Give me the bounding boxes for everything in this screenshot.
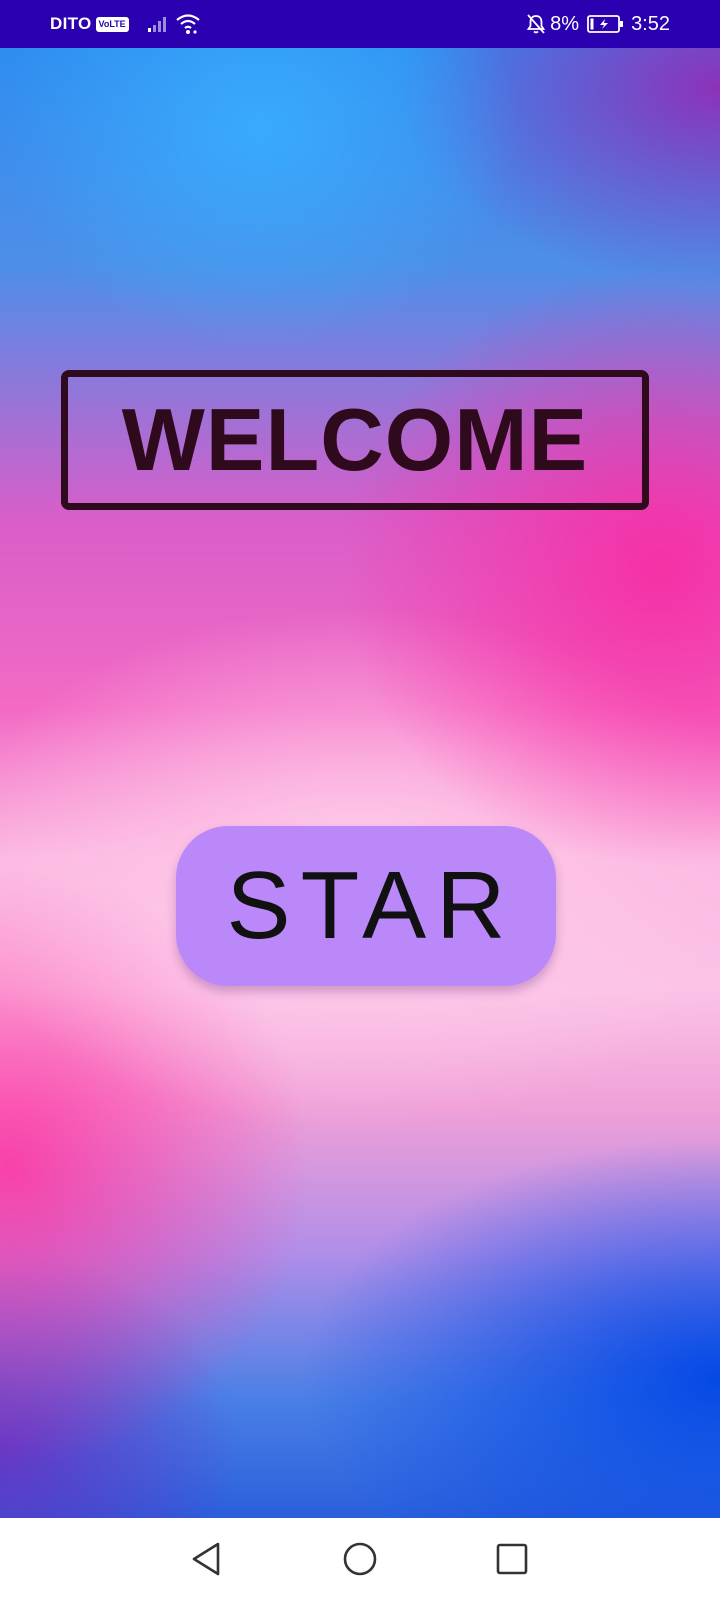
navigation-bar <box>0 1518 720 1600</box>
start-button[interactable]: STAR <box>176 826 556 986</box>
main-content: WELCOME STAR <box>0 48 720 1518</box>
battery-percent: 8% <box>550 12 580 35</box>
status-bar-right: 8% 3:52 <box>526 0 670 48</box>
carrier-name: DITO <box>50 14 92 33</box>
bell-off-icon <box>526 14 546 34</box>
recents-button[interactable] <box>490 1537 534 1581</box>
home-icon <box>343 1542 377 1576</box>
back-button[interactable] <box>184 1537 228 1581</box>
clock: 3:52 <box>631 12 670 35</box>
home-button[interactable] <box>338 1537 382 1581</box>
volte-badge: VoLTE <box>95 16 129 32</box>
status-bar-left: DITO VoLTE <box>50 0 201 48</box>
battery-icon <box>587 15 624 33</box>
app-screen: DITO VoLTE 8% 3:52 WELCOME STAR <box>0 0 720 1600</box>
wifi-icon <box>175 14 200 34</box>
back-icon <box>192 1542 220 1576</box>
start-button-label: STAR <box>226 852 516 959</box>
welcome-title: WELCOME <box>121 390 589 489</box>
recents-icon <box>496 1543 528 1575</box>
status-bar: DITO VoLTE 8% 3:52 <box>0 0 720 48</box>
signal-icon <box>147 17 166 32</box>
welcome-banner: WELCOME <box>61 370 649 510</box>
